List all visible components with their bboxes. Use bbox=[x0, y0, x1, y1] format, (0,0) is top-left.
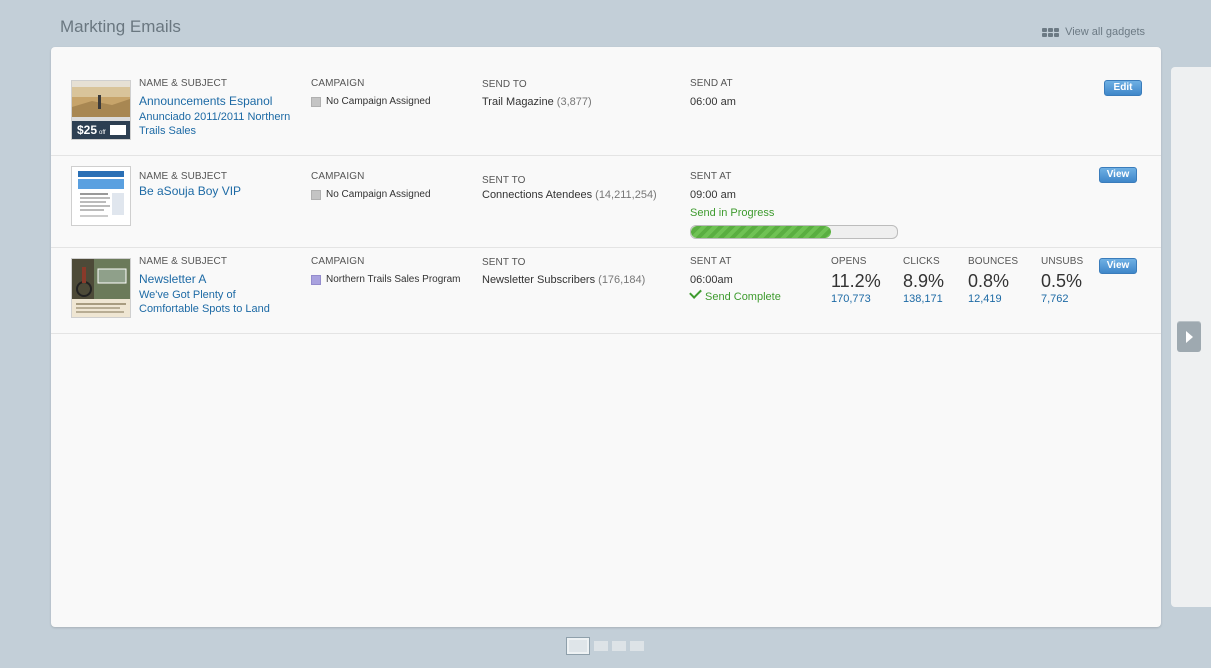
email-subject-link[interactable]: We've Got Plenty of Comfortable Spots to… bbox=[139, 288, 279, 316]
stat-label: UNSUBS bbox=[1041, 256, 1084, 267]
email-row: NAME & SUBJECT Be aSouja Boy VIP CAMPAIG… bbox=[51, 155, 1161, 248]
send-to-list: Connections Atendees bbox=[482, 189, 593, 201]
stat-value: 8.9% bbox=[903, 271, 945, 291]
view-all-gadgets-label[interactable]: View all gadgets bbox=[1065, 26, 1145, 38]
stat-count-link[interactable]: 138,171 bbox=[903, 293, 944, 305]
sent-time: 06:00am bbox=[690, 274, 733, 286]
stat-bounces: BOUNCES 0.8% 12,419 bbox=[968, 256, 1018, 305]
name-subject-label: NAME & SUBJECT bbox=[139, 78, 228, 89]
pager-dot[interactable] bbox=[594, 641, 608, 651]
campaign-name: No Campaign Assigned bbox=[326, 96, 431, 107]
thumb-promo-suffix: off bbox=[99, 130, 106, 136]
campaign-color-swatch bbox=[311, 96, 321, 107]
stat-label: BOUNCES bbox=[968, 256, 1019, 267]
sent-to-label: SENT TO bbox=[482, 175, 526, 186]
email-row: $25 off NAME & SUBJECT Announcements Esp… bbox=[51, 47, 1161, 156]
stat-label: OPENS bbox=[831, 256, 867, 267]
next-arrow-button[interactable] bbox=[1177, 321, 1201, 352]
page-title: Markting Emails bbox=[60, 17, 181, 36]
edit-button[interactable]: Edit bbox=[1104, 80, 1142, 96]
send-at-label: SEND AT bbox=[690, 78, 733, 89]
campaign-label: CAMPAIGN bbox=[311, 256, 365, 267]
email-row: NAME & SUBJECT Newsletter A We've Got Pl… bbox=[51, 247, 1161, 334]
stat-count-link[interactable]: 170,773 bbox=[831, 293, 881, 305]
email-name-link[interactable]: Newsletter A bbox=[139, 272, 279, 286]
send-to-column: SEND TO Trail Magazine (3,877) bbox=[482, 79, 592, 108]
name-subject-column: NAME & SUBJECT Announcements Espanol Anu… bbox=[139, 78, 299, 138]
send-progress-bar bbox=[690, 225, 898, 239]
stat-clicks: CLICKS 8.9% 138,171 bbox=[903, 256, 944, 305]
send-to-count: (176,184) bbox=[598, 274, 646, 286]
thumb-promo-text: $25 bbox=[77, 123, 97, 137]
email-thumbnail-image bbox=[72, 259, 130, 317]
stat-count-link[interactable]: 12,419 bbox=[968, 293, 1018, 305]
name-subject-column: NAME & SUBJECT Newsletter A We've Got Pl… bbox=[139, 256, 279, 316]
send-at-column: SEND AT 06:00 am bbox=[690, 78, 736, 108]
view-button[interactable]: View bbox=[1099, 258, 1137, 274]
send-time: 06:00 am bbox=[690, 96, 736, 108]
campaign-label: CAMPAIGN bbox=[311, 78, 365, 89]
arrow-right-icon bbox=[1185, 330, 1193, 343]
pager-dot[interactable] bbox=[630, 641, 644, 651]
email-thumbnail[interactable] bbox=[71, 258, 131, 318]
sent-at-label: SENT AT bbox=[690, 256, 732, 267]
stat-label: CLICKS bbox=[903, 256, 940, 267]
campaign-label: CAMPAIGN bbox=[311, 171, 365, 182]
pager-dot[interactable] bbox=[612, 641, 626, 651]
stat-count-link[interactable]: 7,762 bbox=[1041, 293, 1083, 305]
email-thumbnail-image: $25 off bbox=[72, 81, 130, 139]
send-to-list: Newsletter Subscribers bbox=[482, 274, 596, 286]
sent-time: 09:00 am bbox=[690, 189, 736, 201]
send-to-label: SEND TO bbox=[482, 79, 527, 90]
stat-value: 0.8% bbox=[968, 271, 1010, 291]
name-subject-column: NAME & SUBJECT Be aSouja Boy VIP bbox=[139, 171, 241, 198]
email-name-link[interactable]: Be aSouja Boy VIP bbox=[139, 184, 241, 198]
email-name-link[interactable]: Announcements Espanol bbox=[139, 94, 299, 108]
email-thumbnail[interactable] bbox=[71, 166, 131, 226]
name-subject-label: NAME & SUBJECT bbox=[139, 171, 228, 182]
campaign-name: No Campaign Assigned bbox=[326, 189, 431, 200]
view-all-gadgets-link[interactable]: View all gadgets bbox=[1042, 26, 1145, 38]
sent-at-column: SENT AT 06:00am Send Complete bbox=[689, 256, 781, 303]
campaign-color-swatch bbox=[311, 189, 321, 200]
send-to-count: (14,211,254) bbox=[595, 189, 657, 201]
campaign-column: CAMPAIGN Northern Trails Sales Program bbox=[311, 256, 461, 285]
email-subject-link[interactable]: Anunciado 2011/2011 Northern Trails Sale… bbox=[139, 110, 299, 138]
pager-dot[interactable] bbox=[566, 637, 590, 655]
campaign-color-swatch bbox=[311, 274, 321, 285]
grid-icon bbox=[1042, 27, 1060, 37]
send-status: Send in Progress bbox=[690, 207, 775, 219]
send-to-list: Trail Magazine bbox=[482, 96, 554, 108]
stat-unsubs: UNSUBS 0.5% 7,762 bbox=[1041, 256, 1083, 305]
stat-value: 0.5% bbox=[1041, 271, 1083, 291]
stat-opens: OPENS 11.2% 170,773 bbox=[831, 256, 881, 305]
send-status: Send Complete bbox=[705, 291, 781, 303]
email-thumbnail-image bbox=[72, 167, 130, 225]
emails-panel: $25 off NAME & SUBJECT Announcements Esp… bbox=[51, 47, 1161, 627]
send-status-complete: Send Complete bbox=[689, 286, 781, 303]
sent-at-column: SENT AT 09:00 am Send in Progress bbox=[690, 171, 898, 239]
campaign-column: CAMPAIGN No Campaign Assigned bbox=[311, 78, 431, 107]
send-progress-fill bbox=[691, 226, 832, 238]
email-thumbnail[interactable]: $25 off bbox=[71, 80, 131, 140]
send-to-column: SENT TO Newsletter Subscribers (176,184) bbox=[482, 257, 645, 286]
sent-at-label: SENT AT bbox=[690, 171, 732, 182]
stat-value: 11.2% bbox=[831, 271, 881, 291]
name-subject-label: NAME & SUBJECT bbox=[139, 256, 228, 267]
checkmark-icon bbox=[689, 286, 702, 299]
campaign-column: CAMPAIGN No Campaign Assigned bbox=[311, 171, 431, 200]
gadget-pager bbox=[566, 637, 644, 655]
sent-to-label: SENT TO bbox=[482, 257, 526, 268]
campaign-name: Northern Trails Sales Program bbox=[326, 274, 461, 285]
send-to-column: SENT TO Connections Atendees (14,211,254… bbox=[482, 175, 657, 201]
view-button[interactable]: View bbox=[1099, 167, 1137, 183]
send-to-count: (3,877) bbox=[556, 96, 592, 108]
